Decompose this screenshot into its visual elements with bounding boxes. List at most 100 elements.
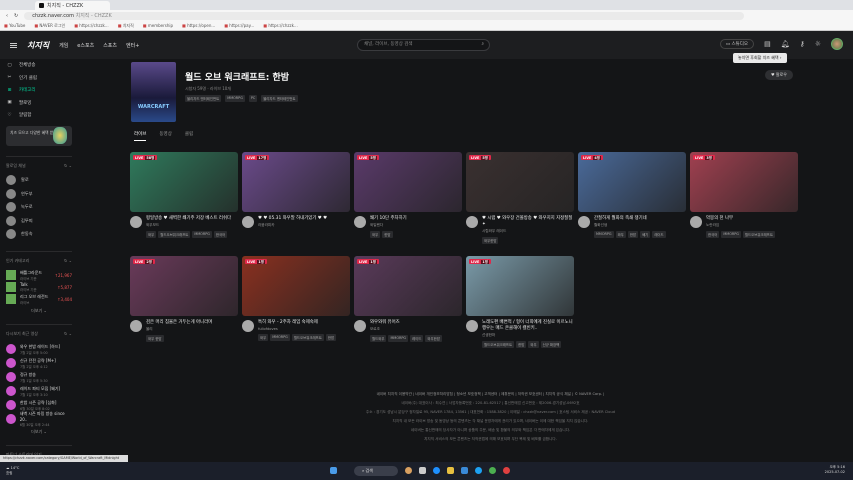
stream-tag[interactable]: 한밤 xyxy=(325,334,337,341)
refresh-icon[interactable]: ↻ ⌄ xyxy=(64,258,72,264)
stream-tag[interactable]: 와우 xyxy=(258,334,269,341)
tab-2[interactable]: 클립 xyxy=(185,131,193,141)
channel-avatar[interactable] xyxy=(242,216,254,228)
stream-thumbnail[interactable]: LIVE 4명 xyxy=(578,152,686,212)
wallet-icon[interactable]: ▤ xyxy=(764,40,771,48)
following-channel[interactable]: 녹두로 xyxy=(6,201,72,215)
following-channel[interactable]: 랄로 xyxy=(6,174,72,188)
channel-name[interactable]: 월화선생 xyxy=(594,223,666,228)
footer-link[interactable]: 네이버 개인정보처리방침 xyxy=(415,392,453,396)
channel-name[interactable]: 선생한마 xyxy=(482,333,574,338)
footer-link[interactable]: 네이버 치지직 이용약관 xyxy=(377,392,412,396)
following-channel[interactable]: 연두부 xyxy=(6,187,72,201)
sidebar-item[interactable]: ♡ 알림함 xyxy=(6,109,72,122)
channel-name[interactable]: 노란라임 xyxy=(706,223,775,228)
widget-icon[interactable] xyxy=(405,467,412,474)
stream-card[interactable]: LIVE 1명 특히 와우 - 2주차 레임 숙제숙제 fullofdoves 와우 MM… xyxy=(242,256,350,360)
bookmark[interactable]: https://pay... xyxy=(224,23,254,28)
sidebar-item[interactable]: ⊞ 카테고리 xyxy=(6,84,72,97)
search-input[interactable]: 채널, 라이브, 동영상 검색 ⌕ xyxy=(357,39,490,51)
stream-tag[interactable]: 월드오브워크래프트 xyxy=(291,334,324,341)
more-button[interactable]: 더보기 ⌄ xyxy=(6,308,72,314)
sidebar-item[interactable]: ▢ 전체방송 xyxy=(6,59,72,72)
stream-tag[interactable]: 한밤 xyxy=(627,231,639,238)
stream-title[interactable]: 노래도편 배변적 / 형이 너희에게 진실로 이르노니 행우는 매드 온클해이 … xyxy=(482,320,574,332)
game-tag[interactable]: MMORPG xyxy=(225,95,245,102)
stream-tag[interactable]: 한국어 xyxy=(706,231,720,238)
stream-tag[interactable]: 한국어 xyxy=(213,231,228,238)
stream-tag[interactable]: 와우 xyxy=(146,231,157,238)
key-icon[interactable]: ⚷ xyxy=(800,40,805,48)
stream-tag[interactable]: 와우 xyxy=(615,231,626,238)
stream-card[interactable]: LIVE 5명 ♥ 시럽 ♥ 와우장 건몰방송 ♥ 와우지지 지정질질 ✦ 시럽와우 … xyxy=(466,152,574,256)
studio-button[interactable]: ▭ 스튜디오 xyxy=(719,39,755,49)
avatar[interactable] xyxy=(831,38,843,50)
stream-thumbnail[interactable]: LIVE 58명 xyxy=(130,152,238,212)
stream-thumbnail[interactable]: LIVE 1명 xyxy=(354,256,462,316)
bookmark[interactable]: https://chzzk... xyxy=(263,23,297,28)
stream-tag[interactable]: MMORPG xyxy=(594,231,614,238)
bookmark[interactable]: NAVER 로그인 xyxy=(34,23,65,29)
stream-card[interactable]: LIVE 2명 검은 머리 침울은 거두는게 아니라며 율리 와우 한밤 xyxy=(130,256,238,360)
address-bar[interactable]: chzzk.naver.com 치지직 - CHZZK xyxy=(24,11,745,20)
store-icon[interactable] xyxy=(461,467,468,474)
explorer-icon[interactable] xyxy=(447,467,454,474)
stream-title[interactable]: 쐐기 10단 주차하기 xyxy=(370,216,407,222)
stream-title[interactable]: 검은 머리 침울은 거두는게 아니라며 xyxy=(146,320,212,326)
channel-avatar[interactable] xyxy=(242,320,254,332)
cheese-tooltip[interactable]: 놓치면 후회할 치즈 혜택 › xyxy=(733,53,787,63)
stream-tag[interactable]: 와우 xyxy=(370,231,381,238)
bell-icon[interactable]: 🔔︎ xyxy=(781,40,790,48)
recent-video[interactable]: 정규 방송 7월 1일 오후 5:30 xyxy=(6,370,72,384)
stream-card[interactable]: LIVE 3명 악몽의 천 나무 노란라임 한국어 MMORPG 월드오브워크래프트 xyxy=(690,152,798,256)
logo[interactable]: 치지직 xyxy=(27,40,49,51)
menu-icon[interactable] xyxy=(10,42,17,48)
recent-more-button[interactable]: 더보기 ⌄ xyxy=(6,429,72,435)
clock[interactable]: 오후 5:16 2025-07-02 xyxy=(825,465,845,475)
stream-tag[interactable]: MMORPG xyxy=(721,231,741,238)
footer-link[interactable]: 치지직 공식 채널 xyxy=(546,392,571,396)
channel-avatar[interactable] xyxy=(690,216,702,228)
footer-link[interactable]: © NAVER Corp. xyxy=(574,392,602,396)
channel-avatar[interactable] xyxy=(354,216,366,228)
stream-tag[interactable]: 한밤 xyxy=(382,231,393,238)
game-tag[interactable]: 블리자드 엔터테인먼트 xyxy=(185,95,222,102)
bookmark[interactable]: https://open... xyxy=(182,23,215,28)
reload-icon[interactable]: ↻ xyxy=(14,13,18,19)
tab-1[interactable]: 동영상 xyxy=(159,131,171,141)
tab-0[interactable]: 라이브 xyxy=(134,131,147,141)
bookmark[interactable]: https://chzzk... xyxy=(74,23,108,28)
channel-avatar[interactable] xyxy=(466,216,478,228)
channel-name[interactable]: 시럽와우 레이드 xyxy=(482,229,574,234)
channel-name[interactable]: fullofdoves xyxy=(258,327,336,331)
footer-link[interactable]: 고객센터 xyxy=(484,392,497,396)
stream-tag[interactable]: 한밤 xyxy=(516,341,527,348)
refresh-icon[interactable]: ↻ ⌄ xyxy=(64,331,72,337)
stream-tag[interactable]: 와우 한밤 xyxy=(146,335,164,342)
sun-icon[interactable]: ☼ xyxy=(815,40,821,48)
channel-name[interactable]: 와일렌다 xyxy=(370,223,407,228)
stream-tag[interactable]: 신규 확장팩 xyxy=(540,341,562,348)
channel-name[interactable]: 라붐라피카 xyxy=(258,223,327,228)
stream-title[interactable]: 특히 와우 - 2주차 레임 숙제숙제 xyxy=(258,320,336,326)
stream-thumbnail[interactable]: LIVE 5명 xyxy=(354,152,462,212)
stream-title[interactable]: ♥ ♥ 05.31 와우말 하내기있기 ♥ ♥ xyxy=(258,216,327,222)
category-item[interactable]: 리그 오브 레전드 라이브 ↑3,404 xyxy=(6,293,72,305)
channel-avatar[interactable] xyxy=(354,320,366,332)
nav-item[interactable]: 스포츠 xyxy=(103,42,117,49)
follow-button[interactable]: ♥ 팔로우 xyxy=(765,70,793,80)
nav-item[interactable]: 엔터+ xyxy=(126,42,139,49)
stream-tag[interactable]: MMORPG xyxy=(388,335,409,342)
recent-video[interactable]: 레이드 파티 모집 [쐐기] 7월 1일 오후 3:10 xyxy=(6,384,72,398)
windows-start-icon[interactable] xyxy=(330,467,337,474)
stream-tag[interactable]: 레이드 xyxy=(410,335,424,342)
stream-title[interactable]: 평일방송 ♥ 새벽한 쐐기주 저장 베스트 러쉬다 xyxy=(146,216,231,222)
stream-thumbnail[interactable]: LIVE 17명 xyxy=(242,152,350,212)
channel-name[interactable]: 율리 xyxy=(146,327,212,332)
browser-tab[interactable]: 치지직 - CHZZK xyxy=(35,1,110,10)
channel-avatar[interactable] xyxy=(578,216,590,228)
bookmark[interactable]: membership xyxy=(143,23,173,28)
recent-video[interactable]: 신규 던전 공략 [M+] 7월 2일 오후 4:12 xyxy=(6,356,72,370)
recent-video[interactable]: 한밤 시즌 공략 [심화] 6월 30일 오후 8:02 xyxy=(6,398,72,412)
following-channel[interactable]: 김뚜띠 xyxy=(6,214,72,228)
